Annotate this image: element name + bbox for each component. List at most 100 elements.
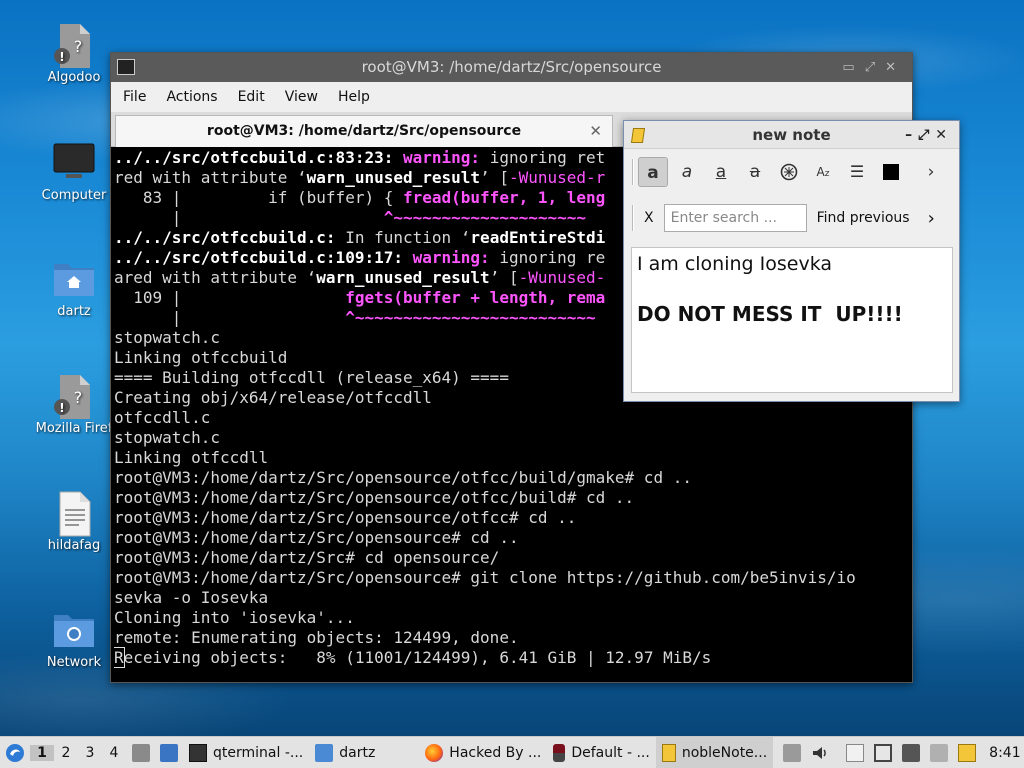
terminal-text-segment: ignoring re bbox=[499, 248, 606, 267]
note-tray-icon[interactable] bbox=[958, 743, 977, 762]
bullet-list-icon[interactable]: ☰ bbox=[842, 157, 872, 187]
task-noblenote[interactable]: nobleNote... bbox=[655, 736, 774, 768]
chevron-right-icon[interactable]: › bbox=[916, 157, 946, 187]
taskbar: 1 2 3 4 qterminal -... dartz Hacked By .… bbox=[0, 736, 1024, 768]
link-icon[interactable] bbox=[774, 157, 804, 187]
workspace-4[interactable]: 4 bbox=[102, 745, 126, 761]
menu-view[interactable]: View bbox=[279, 89, 324, 105]
window-icon[interactable] bbox=[160, 743, 178, 762]
broken-file-icon: !? bbox=[52, 373, 96, 419]
terminal-text-segment: Cloning into 'iosevka'... bbox=[114, 608, 355, 627]
terminal-text-segment: ^~~~~~~~~~~~~~~~~~~~~ bbox=[383, 208, 587, 227]
chevron-right-icon[interactable]: › bbox=[928, 208, 935, 229]
terminal-text-segment: ’ [ bbox=[480, 168, 509, 187]
note-text-area[interactable]: I am cloning Iosevka DO NOT MESS IT UP!!… bbox=[631, 247, 953, 393]
terminal-text-segment: -Wunused-r bbox=[508, 168, 606, 187]
network-icon[interactable] bbox=[902, 743, 921, 762]
workspace-1[interactable]: 1 bbox=[30, 744, 54, 761]
svg-text:?: ? bbox=[74, 388, 83, 407]
close-button[interactable]: ✕ bbox=[885, 60, 906, 75]
desktop-icon-algodoo[interactable]: !? Algodoo bbox=[24, 22, 124, 85]
svg-text:!: ! bbox=[59, 50, 64, 64]
task-dartz[interactable]: dartz bbox=[309, 737, 381, 768]
desktop-icon-dartz[interactable]: dartz bbox=[24, 256, 124, 319]
terminal-text-segment: sevka -o Iosevka bbox=[114, 588, 269, 607]
task-qterminal[interactable]: qterminal -... bbox=[183, 737, 309, 768]
note-text-line: I am cloning Iosevka bbox=[637, 253, 833, 275]
terminal-text-segment: ../../src/otfccbuild.c:83:23: bbox=[114, 148, 403, 167]
terminal-text-segment: warn_unused_result bbox=[316, 268, 490, 287]
terminal-app-icon bbox=[117, 59, 135, 75]
task-label: nobleNote... bbox=[681, 744, 768, 761]
terminal-text-segment: remote: Enumerating objects: 124499, don… bbox=[114, 628, 519, 647]
highlight-icon[interactable]: Az bbox=[808, 157, 838, 187]
terminal-text-segment: | bbox=[114, 208, 384, 227]
notification-icon[interactable] bbox=[930, 743, 949, 762]
minimize-button[interactable]: – bbox=[905, 127, 918, 143]
show-desktop-icon[interactable] bbox=[132, 743, 150, 762]
terminal-text-segment: root@VM3:/home/dartz/Src/opensource/otfc… bbox=[114, 508, 577, 527]
note-titlebar[interactable]: new note –⤢✕ bbox=[624, 121, 959, 149]
desktop-icon-hildafag[interactable]: hildafag bbox=[24, 490, 124, 553]
tab-close-icon[interactable]: ✕ bbox=[589, 116, 602, 146]
svg-text:!: ! bbox=[59, 401, 64, 415]
terminal-text-segment: In function ‘ bbox=[345, 228, 471, 247]
text-file-icon bbox=[52, 490, 96, 537]
terminal-titlebar[interactable]: root@VM3: /home/dartz/Src/opensource ▭⤢✕ bbox=[111, 53, 912, 82]
note-title: new note bbox=[752, 126, 831, 144]
bold-icon[interactable]: a bbox=[638, 157, 668, 187]
terminal-text-segment: ignoring ret bbox=[489, 148, 606, 167]
terminal-text-segment: root@VM3:/home/dartz/Src/opensource# git… bbox=[114, 568, 856, 587]
strikethrough-icon[interactable]: a bbox=[740, 157, 770, 187]
desktop-icon-label: Algodoo bbox=[47, 70, 101, 85]
terminal-text-segment: Linking otfccbuild bbox=[114, 348, 288, 367]
menu-help[interactable]: Help bbox=[332, 89, 376, 105]
underline-icon[interactable]: a bbox=[706, 157, 736, 187]
desktop-icon-computer[interactable]: Computer bbox=[24, 140, 124, 203]
terminal-menubar: File Actions Edit View Help bbox=[111, 82, 912, 112]
network-folder-icon bbox=[52, 607, 96, 651]
workspace-2[interactable]: 2 bbox=[54, 745, 78, 761]
minimize-button[interactable]: ▭ bbox=[842, 60, 864, 75]
terminal-text-segment: warning: bbox=[402, 148, 490, 167]
terminal-line: stopwatch.c bbox=[114, 428, 912, 448]
maximize-button[interactable]: ⤢ bbox=[918, 127, 935, 143]
close-button[interactable]: ✕ bbox=[935, 127, 953, 143]
eject-icon[interactable] bbox=[783, 743, 802, 762]
find-previous-button[interactable]: Find previous bbox=[817, 210, 910, 226]
tab-title: root@VM3: /home/dartz/Src/opensource bbox=[206, 123, 522, 139]
start-menu-button[interactable] bbox=[0, 737, 30, 768]
maximize-button[interactable]: ⤢ bbox=[865, 60, 885, 75]
task-label: Default - ... bbox=[571, 744, 650, 761]
terminal-icon bbox=[189, 743, 207, 762]
task-wine[interactable]: Default - ... bbox=[547, 737, 655, 768]
terminal-text-segment: readEntireStdi bbox=[470, 228, 606, 247]
workspace-3[interactable]: 3 bbox=[78, 745, 102, 761]
italic-icon[interactable]: a bbox=[672, 157, 702, 187]
task-label: qterminal -... bbox=[213, 744, 304, 761]
menu-edit[interactable]: Edit bbox=[232, 89, 271, 105]
note-window[interactable]: new note –⤢✕ a a a a Az ☰ › X Find previ… bbox=[623, 120, 960, 402]
terminal-line: root@VM3:/home/dartz/Src/opensource/otfc… bbox=[114, 488, 912, 508]
terminal-text-segment: 109 | bbox=[114, 288, 346, 307]
clipboard-icon[interactable] bbox=[846, 743, 865, 762]
terminal-text-segment: root@VM3:/home/dartz/Src/opensource# cd … bbox=[114, 528, 519, 547]
close-search-button[interactable]: X bbox=[638, 210, 660, 226]
text-color-icon[interactable] bbox=[876, 157, 906, 187]
terminal-text-segment: 83 | if (buffer) { bbox=[114, 188, 403, 207]
menu-file[interactable]: File bbox=[117, 89, 152, 105]
clock[interactable]: 8:41 bbox=[989, 745, 1020, 761]
terminal-tab[interactable]: root@VM3: /home/dartz/Src/opensource ✕ bbox=[115, 115, 613, 147]
home-folder-icon bbox=[52, 256, 96, 300]
task-firefox[interactable]: Hacked By ... bbox=[419, 737, 547, 768]
battery-icon[interactable] bbox=[874, 743, 893, 762]
menu-actions[interactable]: Actions bbox=[160, 89, 223, 105]
terminal-text-segment: ared with attribute ‘ bbox=[114, 268, 317, 287]
terminal-line: Receiving objects: 8% (11001/124499), 6.… bbox=[114, 647, 912, 668]
desktop-icon-network[interactable]: Network bbox=[24, 607, 124, 670]
broken-file-icon: !? bbox=[52, 22, 96, 68]
terminal-line: root@VM3:/home/dartz/Src/opensource/otfc… bbox=[114, 508, 912, 528]
volume-icon[interactable] bbox=[811, 744, 829, 762]
search-input[interactable] bbox=[663, 204, 807, 232]
terminal-text-segment: ^~~~~~~~~~~~~~~~~~~~~~~~~~ bbox=[345, 308, 596, 327]
